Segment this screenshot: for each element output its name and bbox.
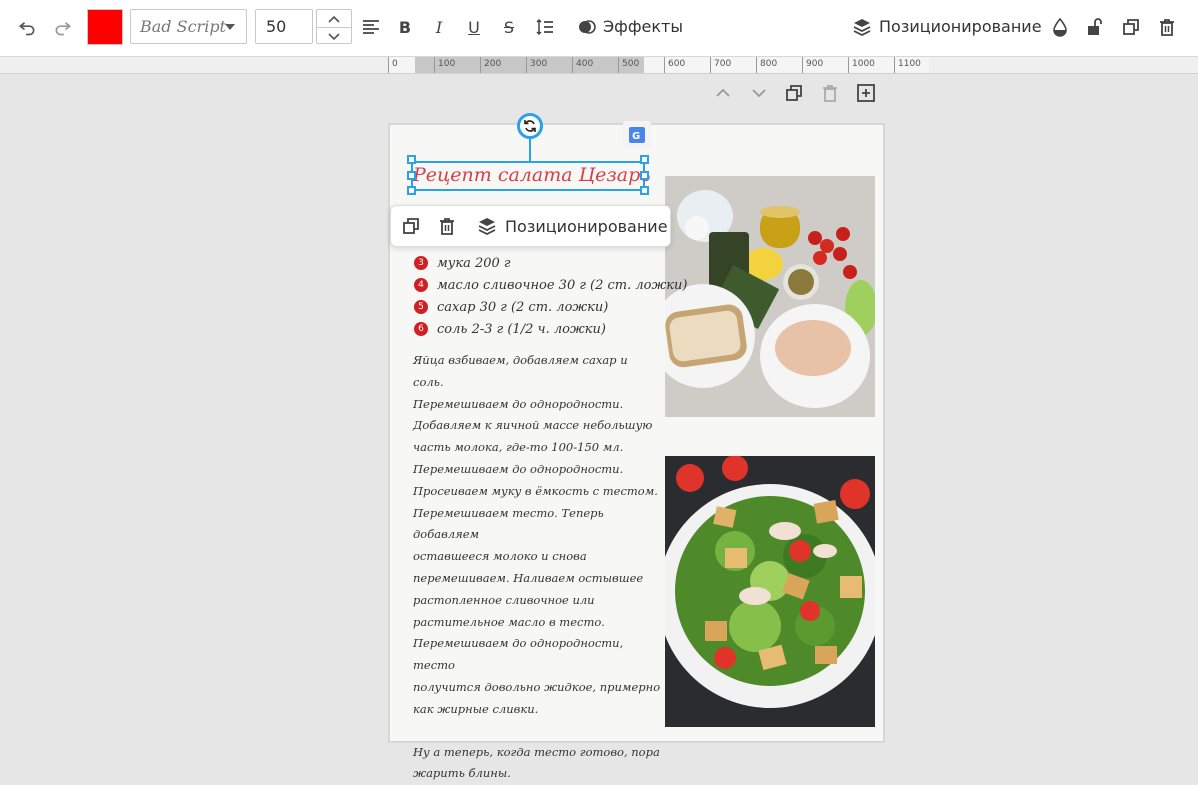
add-page-icon[interactable] — [855, 82, 877, 104]
effects-icon[interactable] — [574, 14, 600, 40]
font-size-stepper[interactable] — [316, 9, 352, 44]
toolbar: Bad Script 50 B I U S Эффекты Позиционир… — [0, 0, 1198, 57]
positioning-menu-item[interactable]: Позиционирование — [477, 216, 668, 236]
delete-page-icon[interactable] — [819, 82, 841, 104]
text-line: оставшееся молоко и снова — [413, 549, 587, 564]
list-item: 3 мука 200 г — [414, 252, 688, 274]
resize-handle[interactable] — [640, 171, 649, 180]
line-height-icon[interactable] — [532, 14, 558, 40]
resize-handle[interactable] — [407, 171, 416, 180]
resize-handle[interactable] — [640, 186, 649, 195]
chevron-down-icon[interactable] — [317, 27, 351, 45]
text-line: Просеиваем муку в ёмкость с тестом. — [413, 483, 658, 498]
effects-button[interactable]: Эффекты — [603, 17, 683, 36]
item-text: сахар 30 г (2 ст. ложки) — [437, 299, 609, 315]
strikethrough-icon[interactable]: S — [496, 14, 522, 40]
item-text: мука 200 г — [437, 255, 511, 271]
item-text: масло сливочное 30 г (2 ст. ложки) — [437, 277, 688, 293]
text-line: Ну а теперь, когда тесто готово, пора — [413, 744, 660, 759]
text-line: жарить блины. — [413, 766, 511, 781]
recipe-title[interactable]: Рецепт салата Цезарь — [413, 164, 653, 186]
opacity-icon[interactable] — [1047, 14, 1073, 40]
ruler-tick: 400 — [572, 57, 593, 73]
ruler-tick: 800 — [756, 57, 777, 73]
item-number: 3 — [414, 256, 428, 270]
item-number: 5 — [414, 300, 428, 314]
selected-title-textbox[interactable]: Рецепт салата Цезарь — [411, 161, 651, 191]
layers-icon[interactable] — [849, 14, 875, 40]
ruler-tick: 700 — [710, 57, 731, 73]
ingredients-photo[interactable] — [665, 176, 875, 417]
text-line: Яйца взбиваем, добавляем сахар и соль. — [413, 353, 628, 389]
trash-icon[interactable] — [1154, 14, 1180, 40]
rotate-handle-line — [529, 138, 531, 161]
text-line: Перемешиваем до однородности. — [413, 461, 624, 476]
caesar-salad-photo[interactable] — [665, 456, 875, 727]
chevron-down-icon — [225, 24, 235, 30]
text-line: Добавляем к яичной массе небольшую — [413, 418, 653, 433]
redo-icon[interactable] — [50, 14, 76, 40]
text-color-swatch[interactable] — [87, 9, 123, 45]
text-line: Перемешиваем тесто. Теперь добавляем — [413, 505, 604, 542]
ruler-tick: 100 — [434, 57, 455, 73]
font-size-input[interactable]: 50 — [255, 9, 313, 44]
svg-text:G: G — [632, 131, 640, 142]
list-item: 5 сахар 30 г (2 ст. ложки) — [414, 296, 688, 318]
item-number: 6 — [414, 322, 428, 336]
item-text: соль 2-3 г (1/2 ч. ложки) — [437, 321, 606, 337]
move-page-down-icon[interactable] — [748, 82, 770, 104]
element-context-menu: Позиционирование — [390, 205, 671, 247]
bold-icon[interactable]: B — [392, 14, 418, 40]
italic-icon[interactable]: I — [426, 14, 452, 40]
text-line: часть молока, где-то 100-150 мл. — [413, 440, 624, 455]
translate-icon[interactable]: G — [623, 121, 651, 149]
positioning-label: Позиционирование — [505, 216, 668, 236]
chevron-up-icon[interactable] — [317, 10, 351, 27]
text-line: Перемешиваем до однородности. — [413, 396, 624, 411]
duplicate-icon[interactable] — [401, 216, 421, 236]
positioning-button[interactable]: Позиционирование — [879, 17, 1042, 36]
resize-handle[interactable] — [407, 186, 416, 195]
align-left-icon[interactable] — [358, 14, 384, 40]
ruler-tick: 1000 — [848, 57, 875, 73]
ruler: 0 100 200 300 400 500 600 700 800 900 10… — [0, 57, 1198, 74]
list-item: 6 соль 2-3 г (1/2 ч. ложки) — [414, 318, 688, 340]
rotate-icon[interactable] — [517, 113, 543, 139]
text-line: получится довольно жидкое, примерно — [413, 679, 661, 694]
ruler-tick: 200 — [480, 57, 501, 73]
font-family-select[interactable]: Bad Script — [130, 9, 247, 44]
text-line: растительное масло в тесто. — [413, 614, 605, 629]
trash-icon[interactable] — [437, 216, 457, 236]
ruler-tick: 900 — [802, 57, 823, 73]
ingredients-list[interactable]: 3 мука 200 г 4 масло сливочное 30 г (2 с… — [414, 252, 688, 340]
layers-icon — [478, 218, 496, 236]
text-line: перемешиваем. Наливаем остывшее — [413, 570, 644, 585]
text-line: как жирные сливки. — [413, 701, 539, 716]
item-number: 4 — [414, 278, 428, 292]
ruler-tick: 500 — [618, 57, 639, 73]
ruler-tick: 1100 — [894, 57, 921, 73]
font-family-value: Bad Script — [140, 17, 226, 36]
resize-handle[interactable] — [407, 155, 416, 164]
text-line: Перемешиваем до однородности, тесто — [413, 636, 624, 673]
underline-icon[interactable]: U — [461, 14, 487, 40]
ruler-tick: 600 — [664, 57, 685, 73]
ruler-tick: 300 — [526, 57, 547, 73]
ruler-tick: 0 — [388, 57, 398, 73]
list-item: 4 масло сливочное 30 г (2 ст. ложки) — [414, 274, 688, 296]
undo-icon[interactable] — [14, 14, 40, 40]
resize-handle[interactable] — [640, 155, 649, 164]
move-page-up-icon[interactable] — [712, 82, 734, 104]
text-line: растопленное сливочное или — [413, 592, 595, 607]
duplicate-page-icon[interactable] — [783, 82, 805, 104]
recipe-body-text[interactable]: Яйца взбиваем, добавляем сахар и соль. П… — [413, 350, 661, 785]
unlock-icon[interactable] — [1082, 14, 1108, 40]
duplicate-icon[interactable] — [1118, 14, 1144, 40]
